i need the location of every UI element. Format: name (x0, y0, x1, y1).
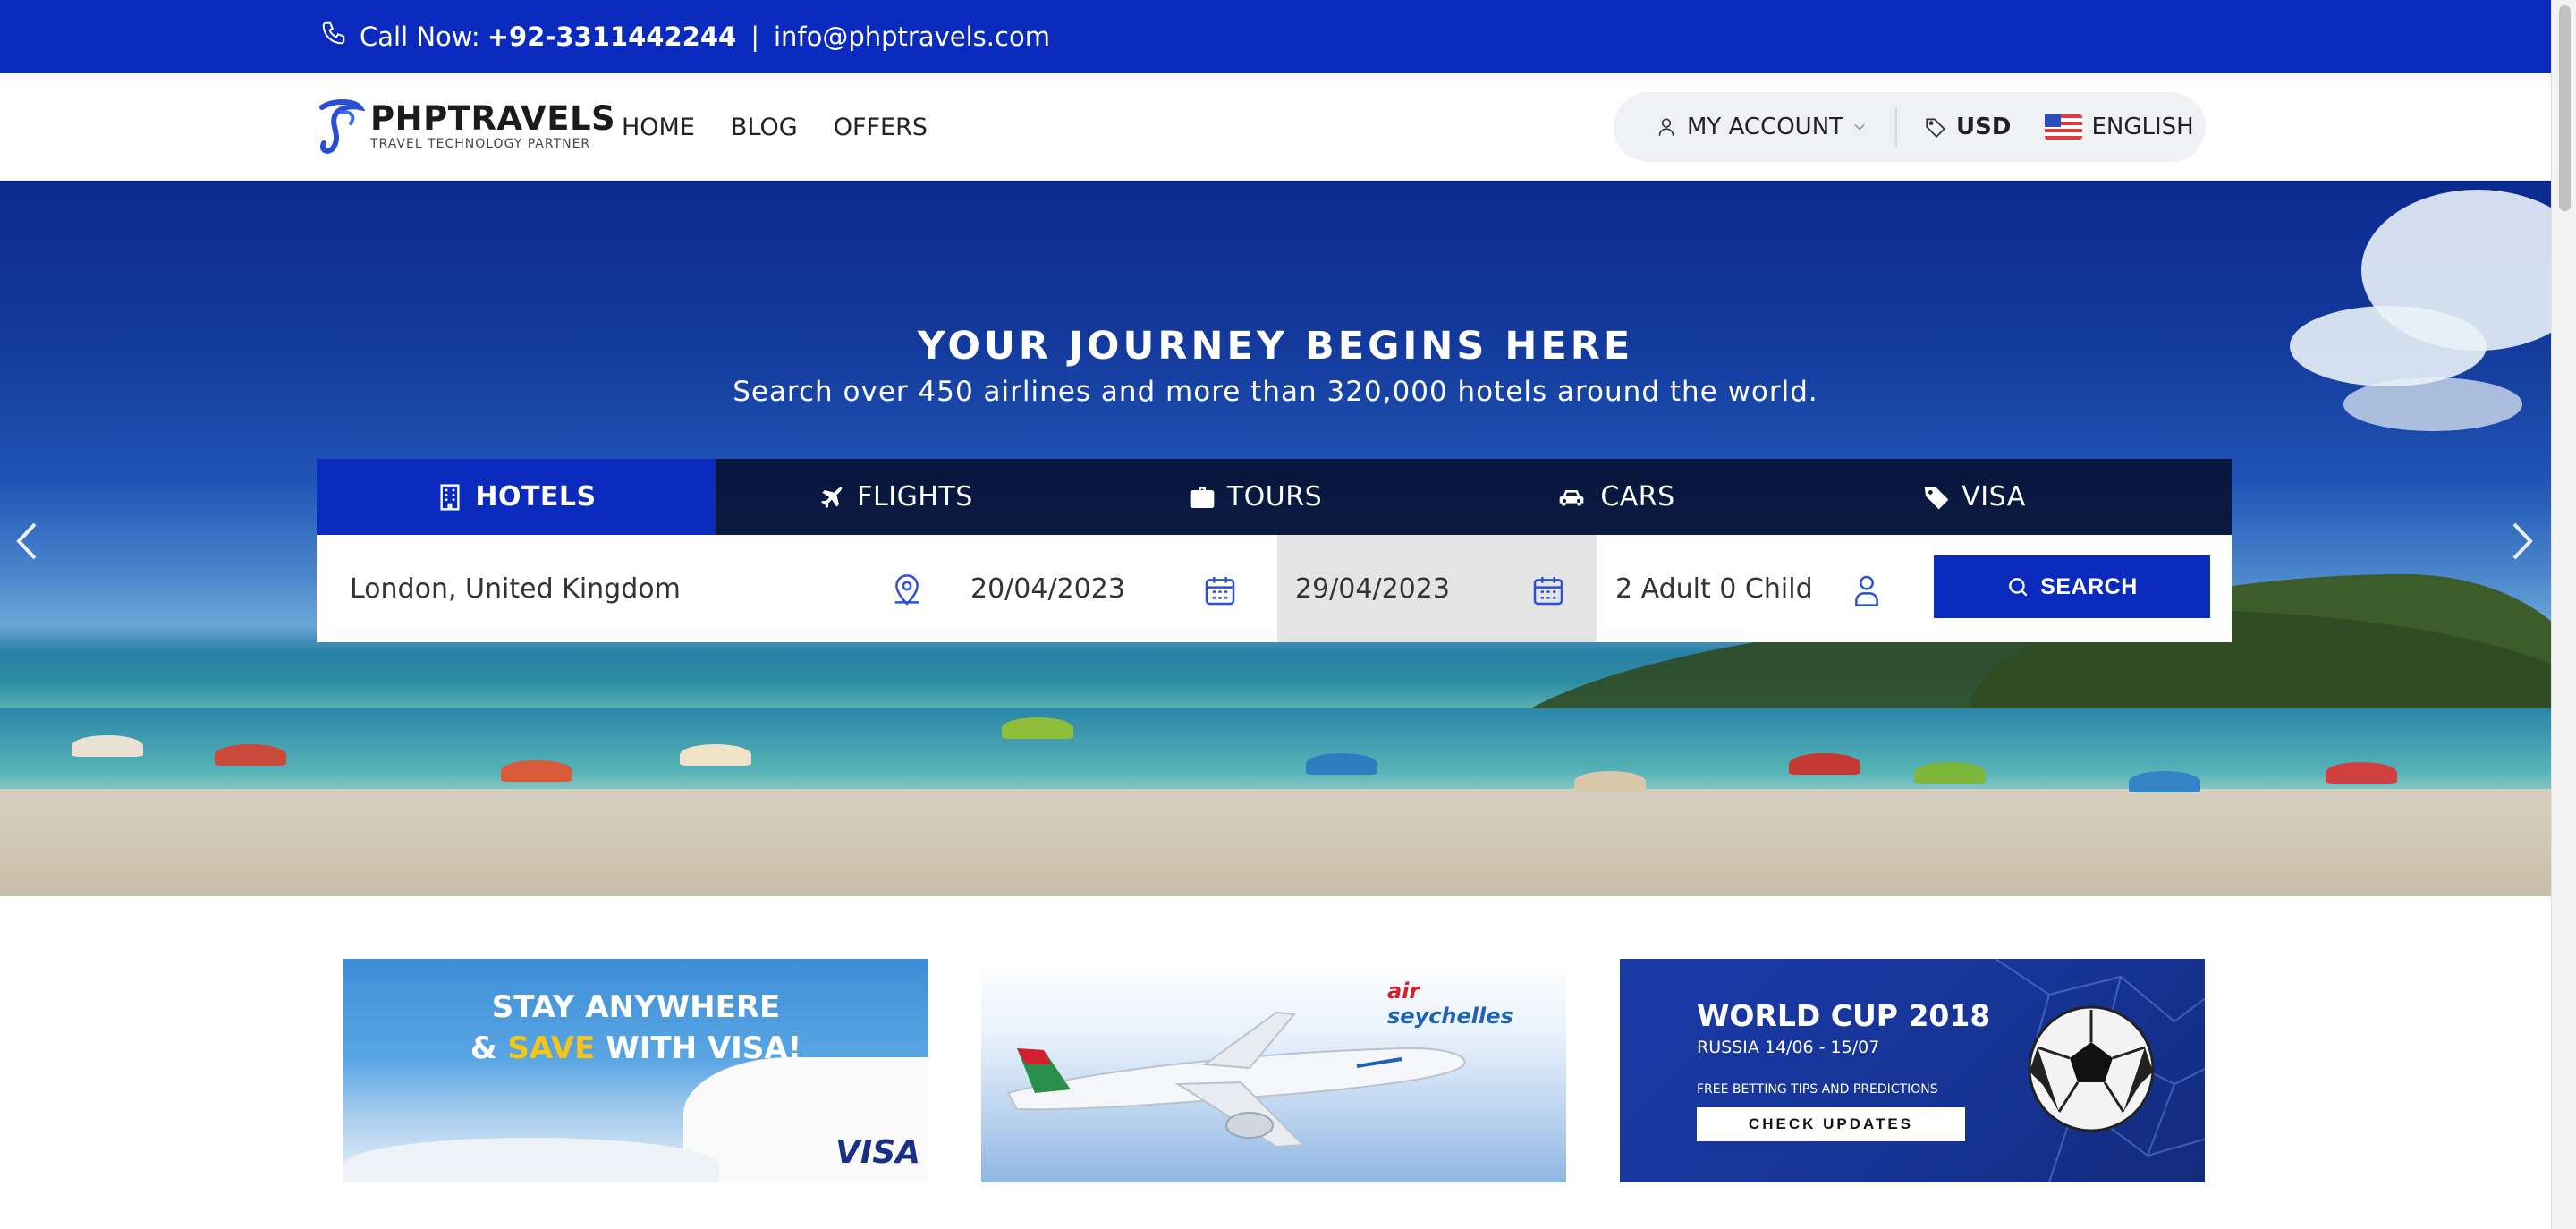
logo-title: PHPTRAVELS (370, 99, 616, 138)
umbrella-decoration (2326, 762, 2397, 784)
account-currency-language-bar: MY ACCOUNT USD ENGLISH (1614, 92, 2206, 162)
us-flag-icon (2045, 114, 2083, 140)
top-contact-bar: Call Now: +92-3311442244 | info@phptrave… (0, 0, 2551, 73)
soccer-ball-image (2028, 1005, 2155, 1132)
tab-hotels-label: HOTELS (475, 481, 597, 513)
world-cup-dates: RUSSIA 14/06 - 15/07 (1697, 1038, 1880, 1057)
visa-banner-line2-suffix: WITH VISA! (595, 1030, 802, 1066)
search-button-label: SEARCH (2040, 573, 2138, 599)
price-tag-icon (1926, 118, 1946, 139)
call-now-label: Call Now: (360, 21, 480, 52)
my-account-label: MY ACCOUNT (1687, 114, 1844, 140)
user-icon (1855, 575, 1878, 606)
village-decoration (343, 1138, 719, 1182)
phone-icon (322, 21, 345, 45)
nav-home[interactable]: HOME (622, 114, 695, 141)
calendar-icon (1533, 577, 1563, 606)
world-cup-title: WORLD CUP 2018 (1697, 998, 1991, 1033)
tab-cars[interactable]: CARS (1435, 459, 1794, 535)
suitcase-icon (1190, 486, 1215, 508)
nav-blog[interactable]: BLOG (731, 114, 798, 141)
search-icon (2009, 578, 2028, 597)
umbrella-decoration (215, 744, 286, 766)
plane-icon (821, 486, 843, 508)
hero-title: YOUR JOURNEY BEGINS HERE (917, 324, 1634, 369)
tab-hotels[interactable]: HOTELS (317, 459, 716, 535)
primary-nav: HOME BLOG OFFERS (622, 73, 928, 181)
logo-mark-icon (319, 99, 365, 154)
chevron-down-icon (1854, 123, 1865, 131)
checkout-date-field[interactable]: 29/04/2023 (1277, 535, 1597, 642)
visa-banner-line2-prefix: & (470, 1030, 508, 1066)
checkin-value: 20/04/2023 (970, 572, 1125, 605)
umbrella-decoration (680, 744, 751, 766)
visa-promo-banner[interactable]: STAY ANYWHERE & SAVE WITH VISA! VISA (343, 959, 928, 1182)
site-logo[interactable]: PHPTRAVELS TRAVEL TECHNOLOGY PARTNER (315, 97, 615, 156)
air-seychelles-banner[interactable]: air seychelles (981, 959, 1566, 1182)
phone-number[interactable]: +92-3311442244 (487, 21, 736, 52)
contact-info: Call Now: +92-3311442244 | info@phptrave… (320, 0, 1050, 73)
email-address[interactable]: info@phptravels.com (774, 21, 1050, 52)
world-cup-banner[interactable]: WORLD CUP 2018 RUSSIA 14/06 - 15/07 FREE… (1620, 959, 2205, 1182)
currency-selector[interactable]: USD (1924, 114, 2011, 140)
umbrella-decoration (501, 760, 572, 782)
car-icon (1559, 489, 1584, 505)
umbrella-decoration (1789, 753, 1860, 775)
search-button[interactable]: SEARCH (1934, 555, 2210, 618)
my-account-dropdown[interactable]: MY ACCOUNT (1655, 114, 1868, 140)
guests-value: 2 Adult 0 Child (1615, 572, 1813, 605)
tab-tours-label: TOURS (1226, 481, 1323, 513)
hotel-icon (440, 483, 460, 511)
carousel-next-button[interactable] (2504, 519, 2540, 572)
umbrella-decoration (1914, 762, 1986, 784)
search-tabs: HOTELS FLIGHTS TOURS CARS VISA (317, 459, 2232, 535)
nav-offers[interactable]: OFFERS (834, 114, 928, 141)
logo-tagline: TRAVEL TECHNOLOGY PARTNER (370, 137, 591, 151)
check-updates-button[interactable]: CHECK UPDATES (1697, 1107, 1965, 1141)
scrollbar-thumb[interactable] (2559, 5, 2571, 211)
destination-field[interactable]: London, United Kingdom (317, 535, 940, 642)
carousel-prev-button[interactable] (9, 519, 45, 572)
currency-label: USD (1956, 114, 2012, 140)
checkin-date-field[interactable]: 20/04/2023 (940, 535, 1277, 642)
visa-logo: VISA (835, 1134, 921, 1171)
visa-banner-line2: & SAVE WITH VISA! (343, 1030, 928, 1066)
calendar-icon (1205, 577, 1235, 606)
tab-visa[interactable]: VISA (1794, 459, 2154, 535)
visa-banner-line1: STAY ANYWHERE (491, 989, 781, 1025)
page-scrollbar[interactable] (2551, 0, 2576, 1229)
contact-separator: | (750, 21, 759, 52)
checkout-value: 29/04/2023 (1295, 572, 1450, 605)
visa-banner-highlight: SAVE (507, 1030, 596, 1066)
world-cup-tips: FREE BETTING TIPS AND PREDICTIONS (1697, 1082, 1938, 1097)
hero-section: YOUR JOURNEY BEGINS HERE Search over 450… (0, 181, 2551, 896)
user-icon (1658, 118, 1674, 136)
beach-decoration (0, 789, 2551, 896)
language-selector[interactable]: ENGLISH (2045, 114, 2194, 140)
tag-icon (1924, 486, 1949, 509)
destination-value: London, United Kingdom (350, 572, 681, 605)
hotel-search-form: London, United Kingdom 20/04/2023 29/04/… (317, 535, 2232, 642)
map-pin-icon (894, 574, 919, 606)
guests-field[interactable]: 2 Adult 0 Child (1597, 535, 1936, 642)
chevron-right-icon (2512, 522, 2533, 560)
language-label: ENGLISH (2091, 114, 2194, 140)
chevron-left-icon (16, 522, 37, 560)
tab-flights-label: FLIGHTS (857, 481, 973, 513)
account-divider (1895, 107, 1898, 147)
main-navbar: PHPTRAVELS TRAVEL TECHNOLOGY PARTNER HOM… (0, 73, 2551, 181)
tab-visa-label: VISA (1962, 481, 2026, 513)
tab-flights[interactable]: FLIGHTS (716, 459, 1075, 535)
umbrella-decoration (1306, 753, 1377, 775)
tab-cars-label: CARS (1600, 481, 1675, 513)
umbrella-decoration (1574, 771, 1646, 792)
hero-subtitle: Search over 450 airlines and more than 3… (733, 376, 1818, 408)
umbrella-decoration (2129, 771, 2200, 792)
umbrella-decoration (72, 735, 143, 757)
airplane-image (1006, 1011, 1466, 1148)
tab-tours[interactable]: TOURS (1075, 459, 1435, 535)
umbrella-decoration (1002, 717, 1073, 739)
